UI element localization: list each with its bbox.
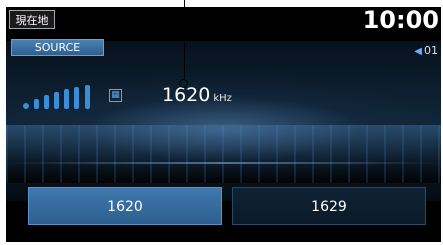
volume-level: 01: [424, 44, 438, 57]
clock: 10:00: [362, 7, 439, 34]
background-floor: [6, 125, 441, 183]
background-floor-line: [6, 162, 441, 164]
current-location-button[interactable]: 現在地: [9, 10, 55, 29]
signal-bar: [64, 89, 69, 109]
am-band-icon: ▦: [109, 89, 122, 102]
callout-circle: [179, 79, 188, 88]
signal-bar: [74, 87, 79, 109]
frequency-value: 1620: [162, 84, 211, 106]
signal-bar: [85, 85, 90, 109]
frequency-display: 1620 kHz: [162, 84, 232, 106]
signal-strength-icon: [23, 85, 103, 109]
signal-bar: [23, 103, 29, 109]
frequency-unit: kHz: [213, 93, 232, 104]
preset-button-1[interactable]: 1620: [28, 187, 222, 225]
callout-line: [184, 0, 185, 78]
preset-button-2[interactable]: 1629: [232, 187, 426, 225]
volume-indicator: ◀ 01: [414, 44, 438, 57]
signal-bar: [34, 99, 39, 109]
audio-screen: 現在地 10:00 SOURCE ◀ 01 ▦ 1620 kHz 1620 1629: [6, 7, 441, 242]
signal-bar: [54, 92, 59, 109]
source-button[interactable]: SOURCE: [11, 39, 104, 56]
signal-bar: [44, 95, 49, 109]
speaker-icon: ◀: [414, 46, 422, 57]
